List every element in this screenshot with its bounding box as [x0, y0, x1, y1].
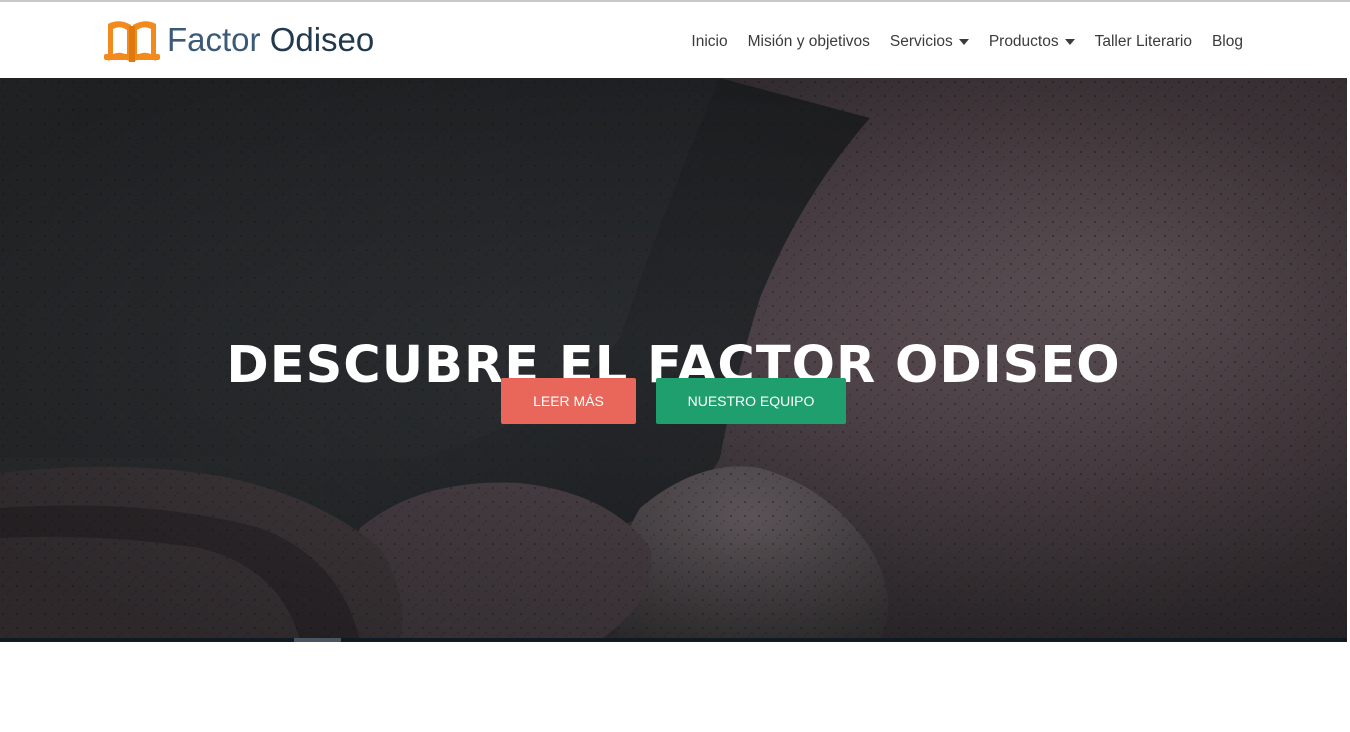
nav-item-mision[interactable]: Misión y objetivos [748, 33, 870, 51]
nav-item-label: Taller Literario [1094, 33, 1192, 50]
read-more-button[interactable]: LEER MÁS [501, 378, 636, 424]
brand-logo[interactable]: Factor Odiseo [103, 14, 374, 66]
hero-bottom-strip [0, 638, 1350, 642]
nav-item-blog[interactable]: Blog [1212, 33, 1243, 51]
nav-item-label: Misión y objetivos [747, 33, 870, 50]
slider-indicator[interactable] [294, 638, 341, 642]
brand-name: Factor Odiseo [167, 21, 374, 59]
nav-item-label: Servicios [889, 33, 953, 50]
nav-item-label: Productos [988, 33, 1059, 50]
caret-down-icon [958, 39, 969, 45]
hero-banner: DESCUBRE EL FACTOR ODISEO [0, 78, 1350, 640]
nav-item-inicio[interactable]: Inicio [691, 33, 727, 51]
our-team-button[interactable]: NUESTRO EQUIPO [656, 378, 846, 424]
brand-name-part2: Odiseo [269, 21, 375, 58]
caret-down-icon [1064, 39, 1075, 45]
nav-item-label: Blog [1211, 33, 1243, 50]
main-nav: Inicio Misión y objetivos Servicios Prod… [691, 4, 1243, 80]
nav-item-label: Inicio [691, 33, 728, 50]
open-book-icon [104, 21, 160, 62]
nav-item-servicios[interactable]: Servicios [890, 33, 969, 51]
site-header: Factor Odiseo Inicio Misión y objetivos … [0, 2, 1350, 78]
nav-item-productos[interactable]: Productos [989, 33, 1075, 51]
brand-name-part1: Factor [167, 21, 261, 58]
nav-item-taller-literario[interactable]: Taller Literario [1095, 33, 1192, 51]
